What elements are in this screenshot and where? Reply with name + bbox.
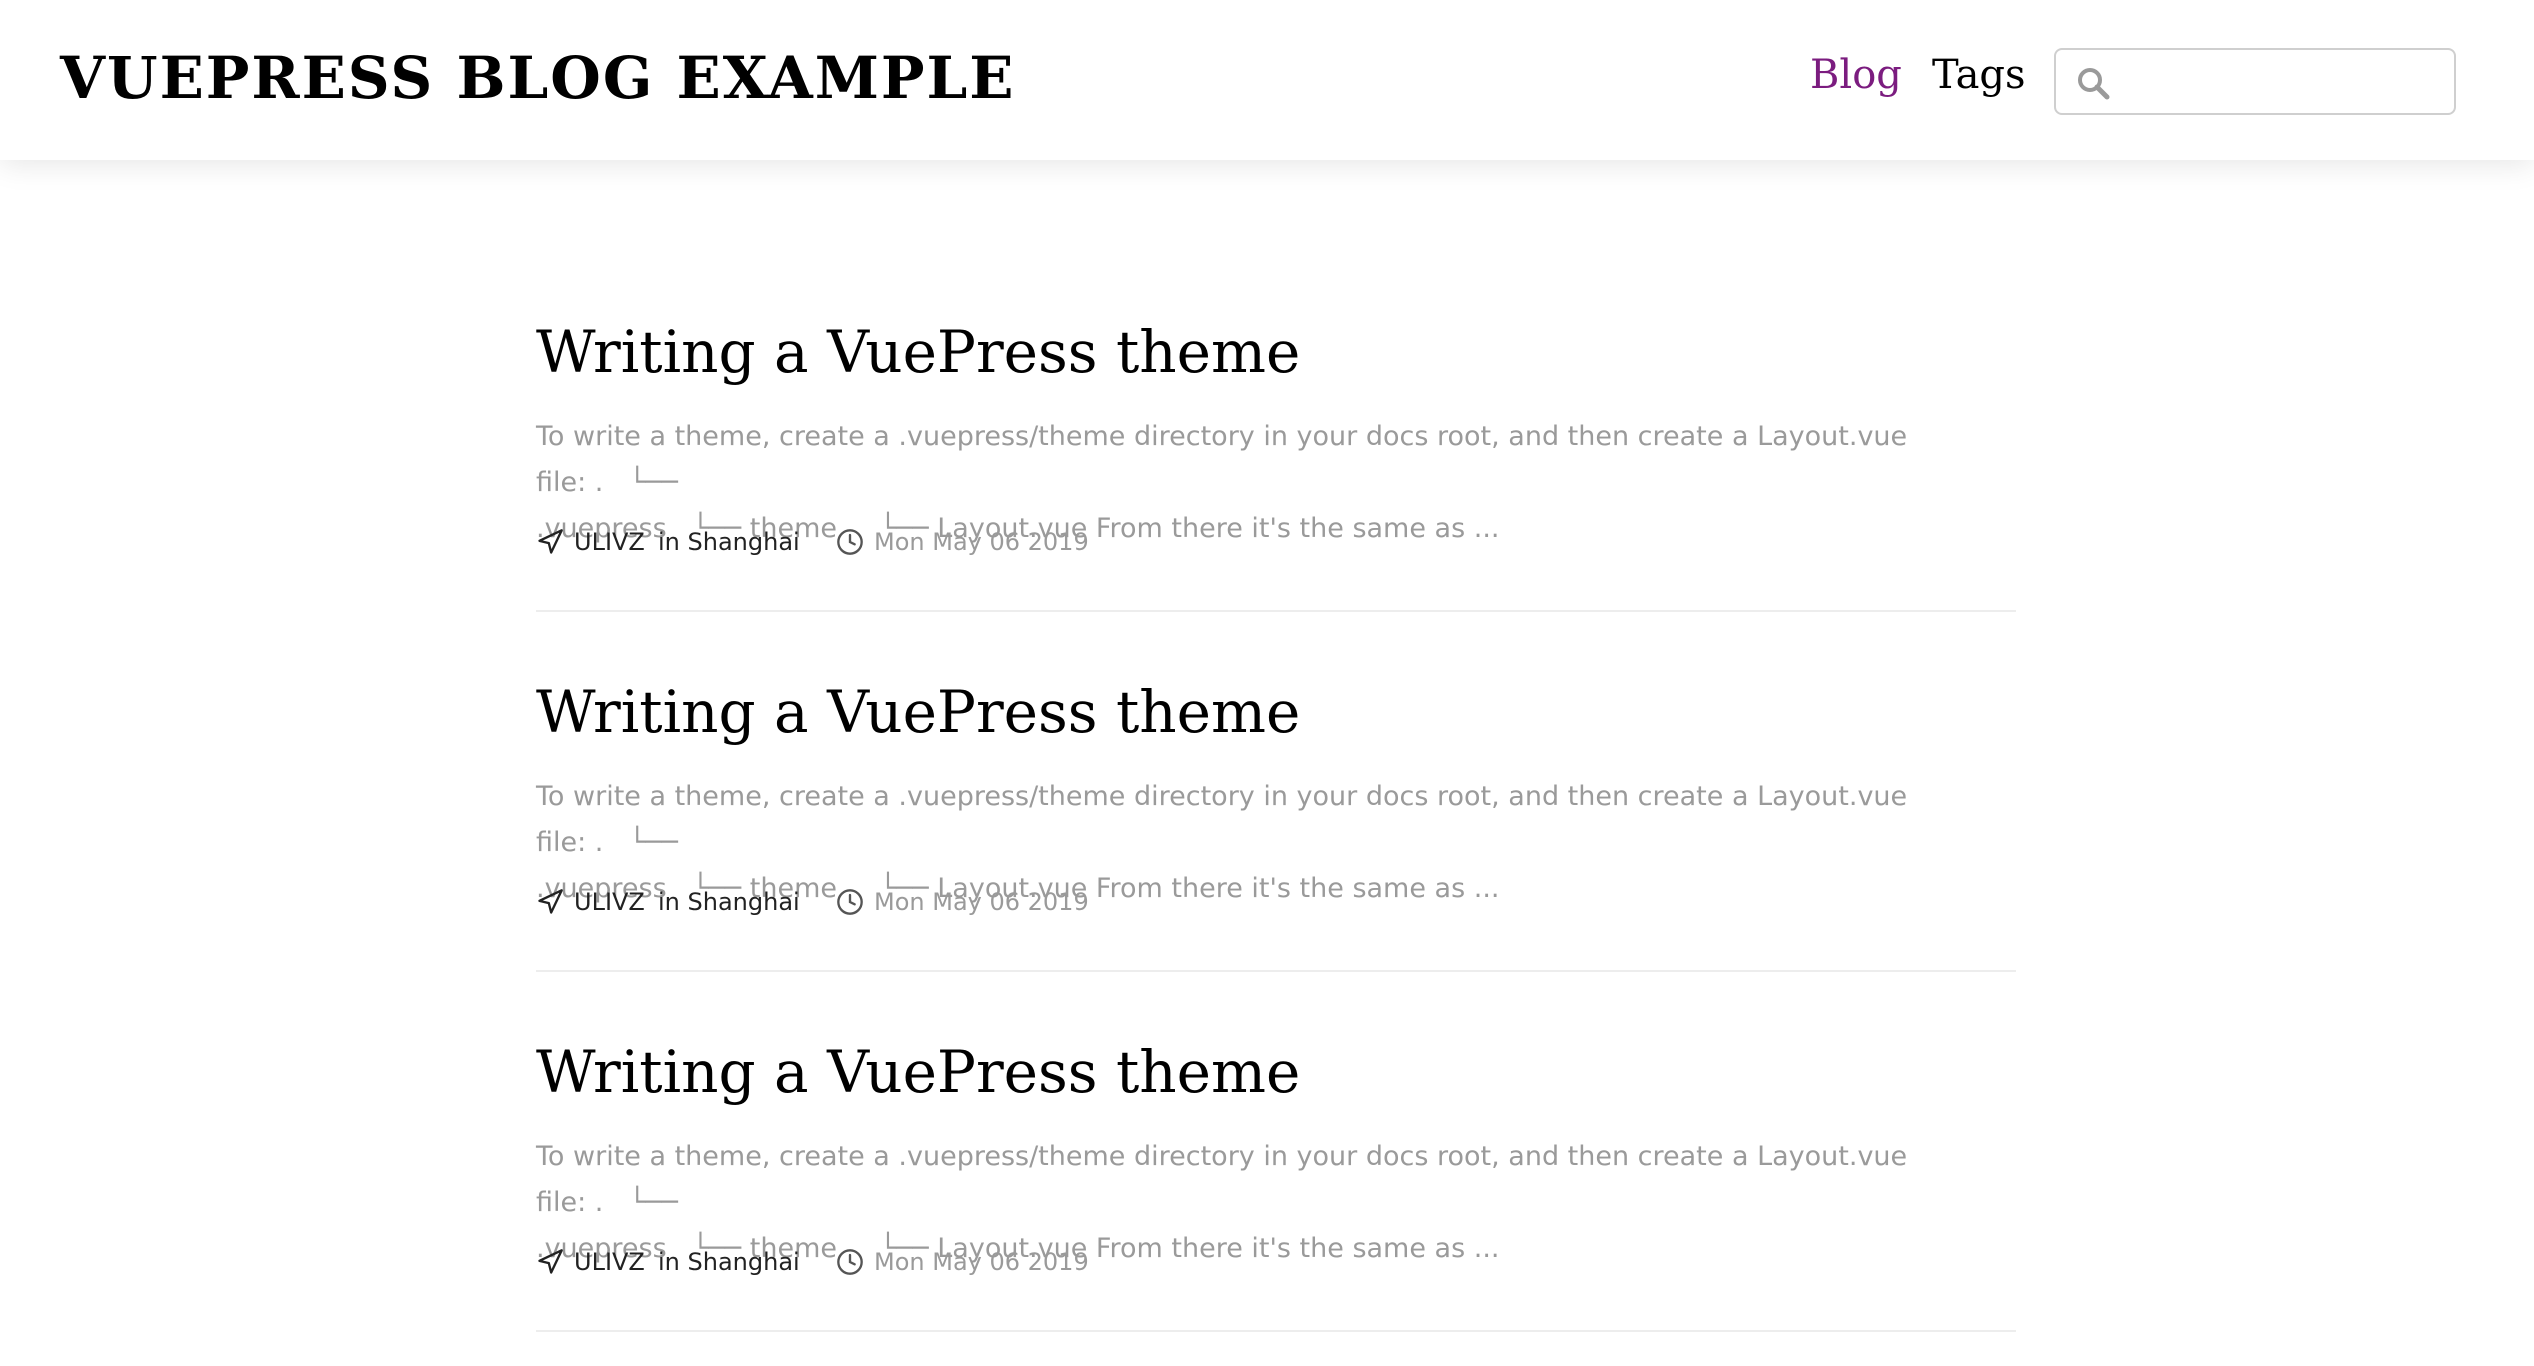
post-title[interactable]: Writing a VuePress theme <box>536 318 1300 386</box>
clock-icon <box>837 529 863 555</box>
post-divider <box>536 970 2016 972</box>
post-title[interactable]: Writing a VuePress theme <box>536 678 1300 746</box>
post-location: in Shanghai <box>658 1248 800 1276</box>
post-location: in Shanghai <box>658 528 800 556</box>
post-item: Writing a VuePress theme To write a them… <box>536 1038 2016 1366</box>
search-box[interactable] <box>2054 48 2456 115</box>
post-author: ULIVZ <box>574 1248 645 1276</box>
post-title[interactable]: Writing a VuePress theme <box>536 1038 1300 1106</box>
post-item: Writing a VuePress theme To write a them… <box>536 318 2016 678</box>
nav-blog[interactable]: Blog <box>1810 52 1902 98</box>
post-date: Mon May 06 2019 <box>874 888 1089 916</box>
site-title[interactable]: VUEPRESS BLOG EXAMPLE <box>60 44 1016 112</box>
post-divider <box>536 1330 2016 1332</box>
site-header: VUEPRESS BLOG EXAMPLE Blog Tags <box>0 0 2534 160</box>
post-item: Writing a VuePress theme To write a them… <box>536 678 2016 1038</box>
search-icon <box>2078 68 2110 100</box>
clock-icon <box>837 1249 863 1275</box>
navigation-icon <box>538 529 563 554</box>
navigation-icon <box>538 889 563 914</box>
post-date: Mon May 06 2019 <box>874 528 1089 556</box>
navigation-icon <box>538 1249 563 1274</box>
search-input[interactable] <box>2126 58 2440 106</box>
post-location: in Shanghai <box>658 888 800 916</box>
nav-tags[interactable]: Tags <box>1932 52 2026 98</box>
clock-icon <box>837 889 863 915</box>
post-author: ULIVZ <box>574 528 645 556</box>
post-divider <box>536 610 2016 612</box>
post-date: Mon May 06 2019 <box>874 1248 1089 1276</box>
post-author: ULIVZ <box>574 888 645 916</box>
